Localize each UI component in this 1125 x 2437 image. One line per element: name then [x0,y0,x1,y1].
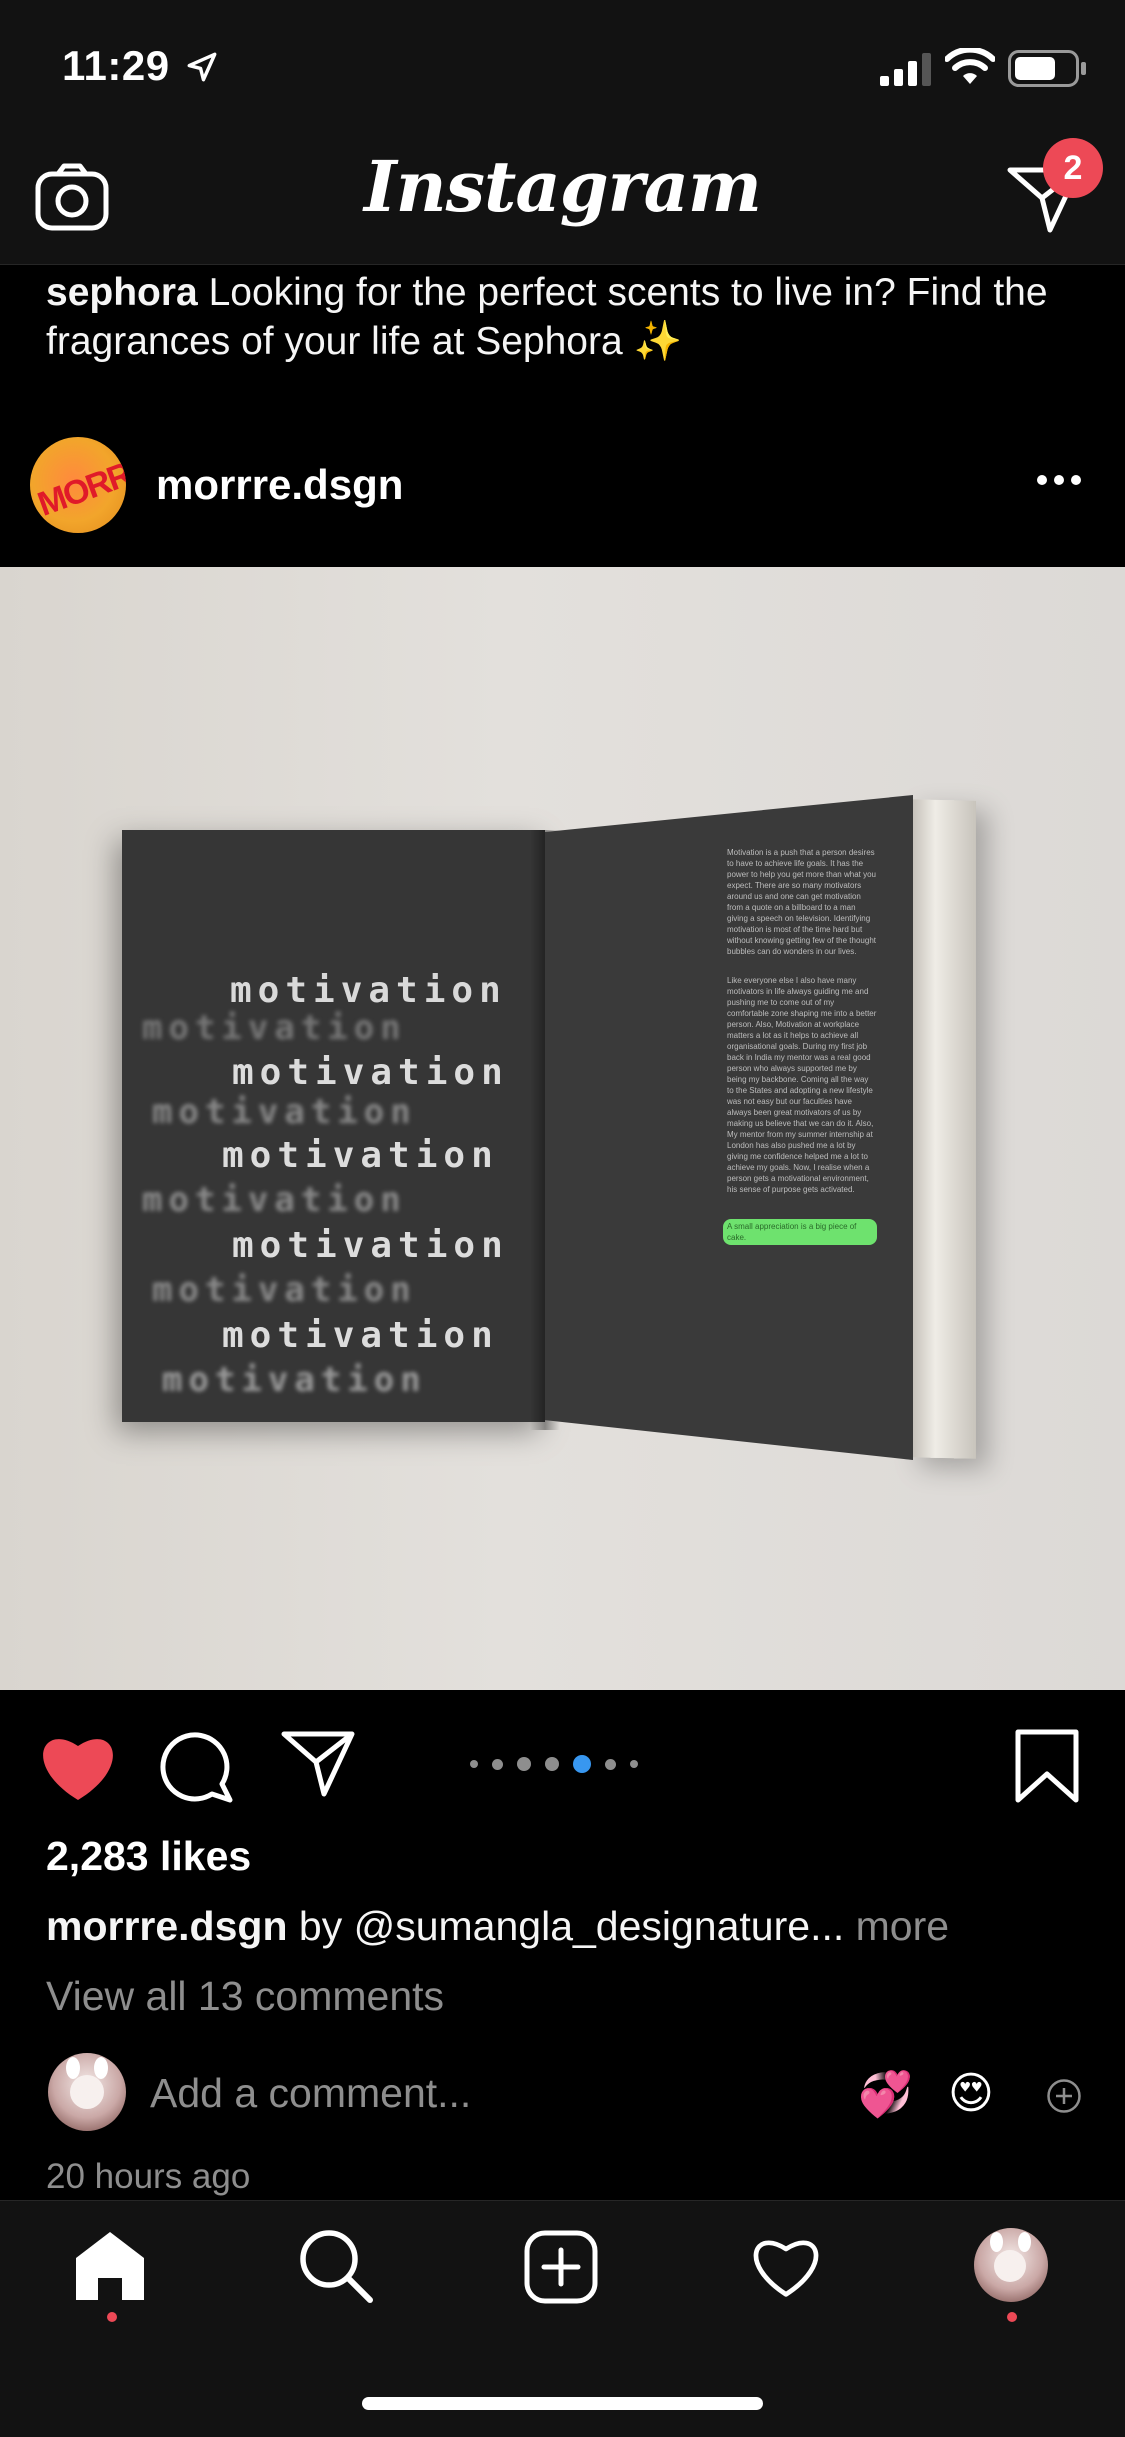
signal-icon [880,53,931,86]
book-right-page: Motivation is a push that a person desir… [545,795,913,1460]
more-options-icon[interactable] [1036,470,1082,490]
motivation-art-line: motivation [152,1092,417,1132]
motivation-art-line: motivation [222,1315,499,1356]
carousel-dot-active [573,1755,591,1773]
motivation-art-line: motivation [232,1052,509,1093]
search-icon[interactable] [298,2228,374,2304]
post-timestamp: 20 hours ago [46,2157,251,2196]
avatar-monogram: MORRE [32,448,126,524]
location-arrow-icon [187,52,217,82]
share-icon[interactable] [280,1728,356,1798]
motivation-art-line: motivation [152,1270,417,1310]
post-image[interactable]: motivation motivation motivation motivat… [0,567,1125,1690]
wifi-icon [945,48,995,84]
post-author-avatar[interactable]: MORRE [30,437,126,533]
motivation-art-line: motivation [230,970,507,1011]
activity-heart-icon[interactable] [748,2232,824,2300]
view-all-comments-link[interactable]: View all 13 comments [46,1973,444,2020]
profile-notification-dot [1007,2312,1017,2322]
carousel-indicator [470,1754,638,1774]
quick-emoji-heart-eyes[interactable]: 😍 [948,2068,994,2119]
caption-text: by @sumangla_designature... [298,1903,845,1949]
quick-emoji-hearts[interactable]: 💞 [858,2068,913,2120]
motivation-art-line: motivation [162,1360,427,1400]
previous-post-username[interactable]: sephora [46,271,198,314]
motivation-art-line: motivation [142,1180,407,1220]
caption-more-link[interactable]: more [856,1903,949,1949]
caption-username[interactable]: morrre.dsgn [46,1903,288,1949]
book-page-text-2: Like everyone else I also have many moti… [727,976,877,1194]
likes-count[interactable]: 2,283 likes [46,1833,251,1880]
profile-tab-avatar[interactable] [974,2228,1048,2302]
like-heart-icon[interactable] [38,1730,118,1802]
home-notification-dot [107,2312,117,2322]
carousel-dot [545,1757,559,1771]
previous-post-caption: sephora Looking for the perfect scents t… [46,268,1086,366]
save-bookmark-icon[interactable] [1014,1728,1080,1804]
new-post-icon[interactable] [524,2230,598,2304]
book-page-edges [908,799,976,1459]
comment-icon[interactable] [160,1728,236,1804]
motivation-art-line: motivation [232,1225,509,1266]
home-indicator [362,2397,763,2410]
carousel-dot [605,1758,616,1770]
carousel-dot [630,1760,638,1768]
book-highlight: A small appreciation is a big piece of c… [723,1219,877,1245]
status-time: 11:29 [62,42,170,89]
add-more-emoji-icon[interactable] [1046,2078,1082,2114]
post-caption: morrre.dsgn by @sumangla_designature... … [46,1903,949,1950]
carousel-dot [492,1758,503,1770]
book-left-page: motivation motivation motivation motivat… [122,830,545,1422]
add-comment-input[interactable]: Add a comment... [150,2070,471,2117]
battery-icon [1008,50,1086,87]
carousel-dot [517,1757,531,1771]
motivation-art-line: motivation [142,1008,407,1048]
book-page-text: Motivation is a push that a person desir… [727,848,876,956]
home-icon[interactable] [72,2228,148,2300]
carousel-dot [470,1760,478,1768]
motivation-art-line: motivation [222,1135,499,1176]
current-user-avatar [48,2053,126,2131]
dm-badge: 2 [1043,138,1103,198]
post-author-username[interactable]: morrre.dsgn [156,461,403,509]
instagram-logo: Instagram [364,145,762,228]
